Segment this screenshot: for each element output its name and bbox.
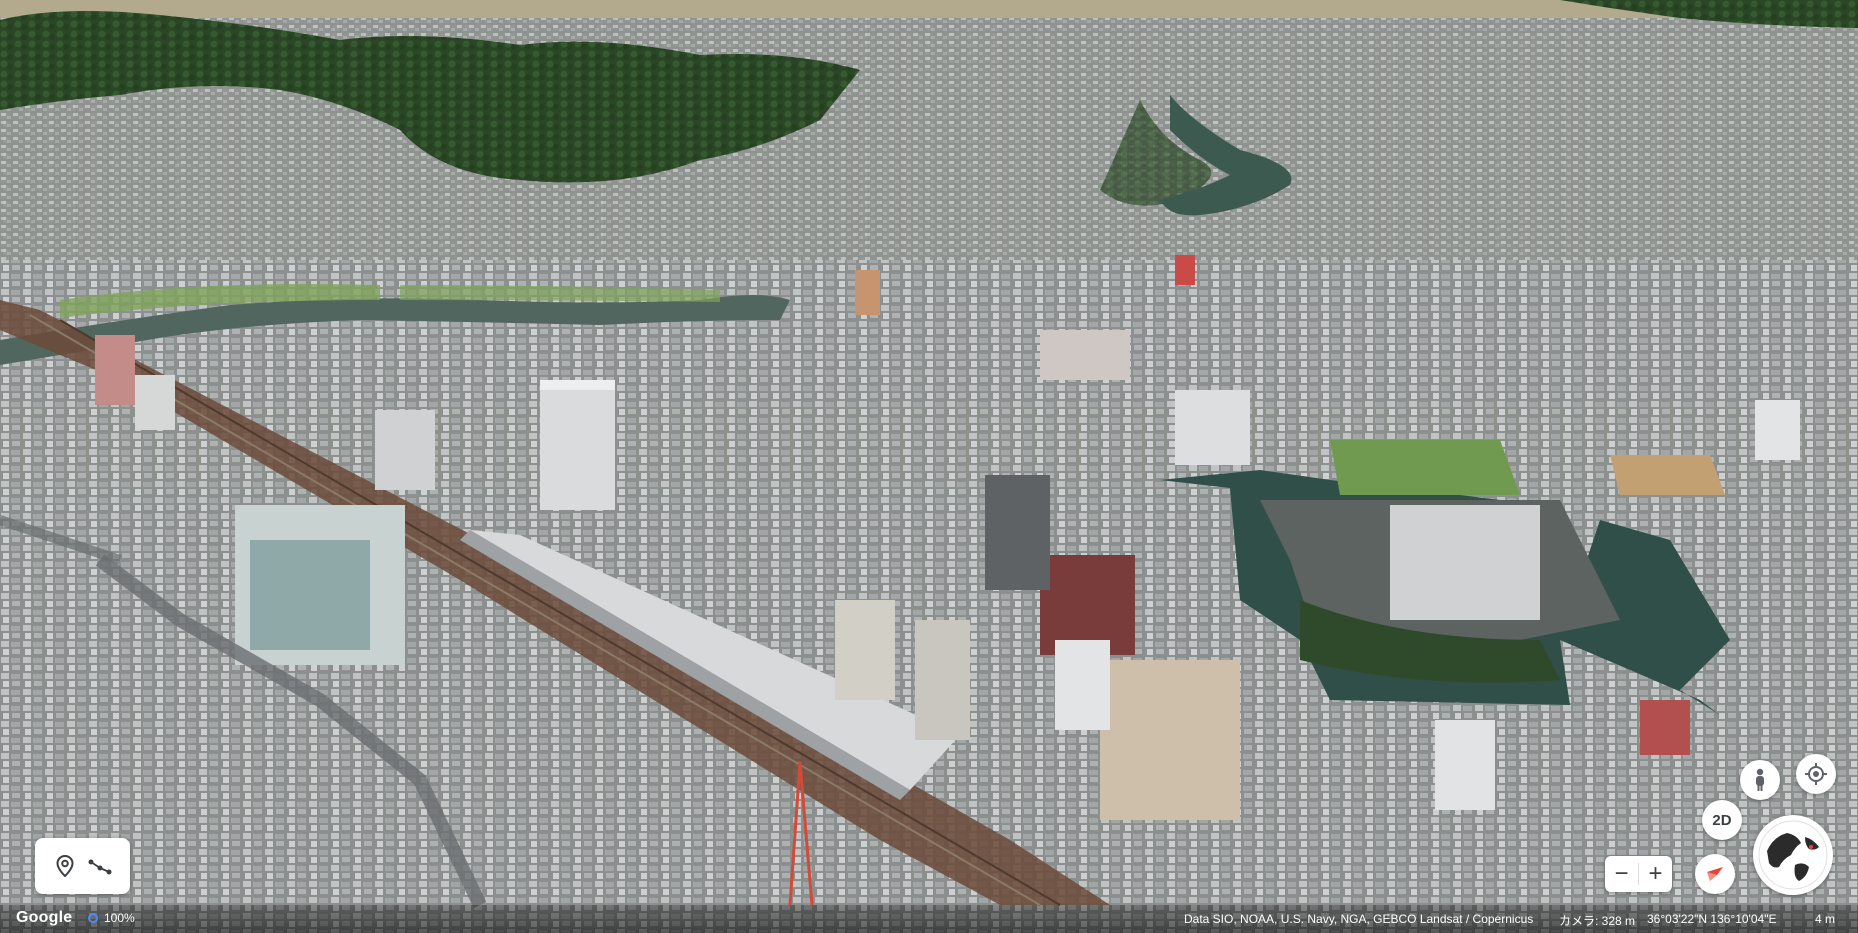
globe-icon[interactable] (1753, 815, 1833, 895)
zoom-in-button[interactable]: + (1639, 856, 1672, 892)
map-footer: Google 100% Data SIO, NOAA, U.S. Navy, N… (0, 905, 1858, 933)
google-logo: Google (16, 909, 73, 926)
compass-needle-icon[interactable] (1695, 854, 1735, 894)
route-line-icon[interactable] (84, 850, 116, 882)
loading-indicator: 100% (88, 911, 135, 925)
map-tools-panel (35, 838, 130, 894)
2d-toggle-button[interactable]: 2D (1702, 800, 1742, 840)
map-canvas[interactable] (0, 0, 1858, 933)
satellite-3d-map-view[interactable] (0, 0, 1858, 933)
camera-altitude: カメラ: 328 m (1559, 914, 1636, 928)
my-location-icon[interactable] (1796, 754, 1836, 794)
zoom-out-button[interactable]: − (1605, 856, 1638, 892)
data-attribution[interactable]: Data SIO, NOAA, U.S. Navy, NGA, GEBCO La… (1184, 912, 1533, 926)
coordinates-readout: 36°03'22"N 136°10'04"E (1647, 912, 1777, 926)
loading-ring-icon (88, 913, 98, 923)
zoom-control: − + (1605, 856, 1672, 892)
loading-percent: 100% (104, 911, 135, 925)
map-pin-icon[interactable] (49, 850, 81, 882)
pegman-icon[interactable] (1740, 760, 1780, 800)
scale-label[interactable]: 4 m (1815, 912, 1835, 926)
